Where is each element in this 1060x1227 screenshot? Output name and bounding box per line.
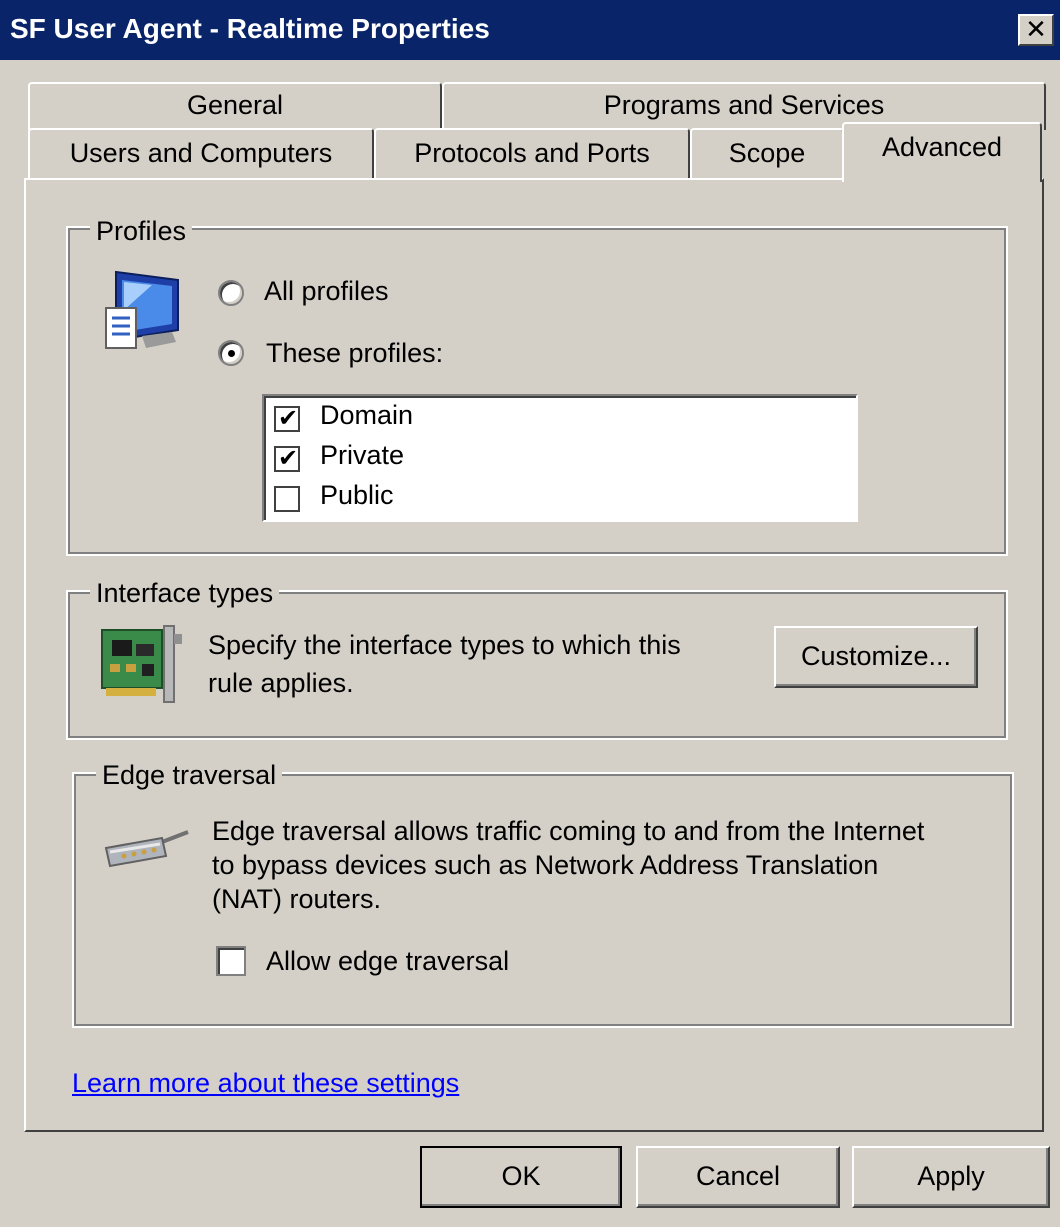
allow-edge-traversal-checkbox[interactable]: [216, 946, 246, 976]
all-profiles-label: All profiles: [264, 276, 389, 306]
these-profiles-label: These profiles:: [266, 338, 444, 368]
apply-button-label: Apply: [917, 1161, 985, 1191]
network-card-icon: [98, 624, 188, 706]
cancel-button[interactable]: Cancel: [636, 1146, 840, 1208]
title-bar[interactable]: SF User Agent - Realtime Properties ✕: [0, 0, 1060, 60]
properties-dialog: SF User Agent - Realtime Properties ✕ Ge…: [0, 0, 1060, 1227]
close-button[interactable]: ✕: [1018, 14, 1054, 46]
all-profiles-radio[interactable]: [218, 280, 244, 306]
advanced-tab-panel: Profiles All profiles These profiles: ✔ …: [24, 178, 1044, 1132]
close-icon: ✕: [1025, 14, 1047, 44]
tab-scope-label: Scope: [728, 138, 806, 168]
monitor-document-icon: [102, 270, 184, 354]
list-item-public[interactable]: Public: [274, 480, 844, 520]
network-cable-icon: [102, 826, 192, 876]
tab-protocols-label: Protocols and Ports: [414, 138, 650, 168]
customize-button[interactable]: Customize...: [774, 626, 978, 688]
allow-edge-traversal-label: Allow edge traversal: [266, 946, 510, 976]
interface-types-description-line2: rule applies.: [208, 668, 354, 698]
apply-button[interactable]: Apply: [852, 1146, 1050, 1208]
public-checkbox[interactable]: [274, 486, 300, 512]
tab-protocols-and-ports[interactable]: Protocols and Ports: [374, 128, 690, 180]
public-label: Public: [320, 480, 394, 510]
radio-selected-dot: [228, 350, 235, 357]
edge-traversal-description-line2: to bypass devices such as Network Addres…: [212, 850, 879, 880]
interface-types-description-line1: Specify the interface types to which thi…: [208, 630, 681, 660]
profiles-listbox[interactable]: ✔ Domain ✔ Private Public: [262, 394, 858, 522]
check-icon: ✔: [278, 445, 299, 472]
list-item-private[interactable]: ✔ Private: [274, 440, 844, 480]
check-icon: ✔: [278, 405, 299, 432]
edge-traversal-description-line3: (NAT) routers.: [212, 884, 382, 914]
tab-programs-label: Programs and Services: [603, 90, 885, 120]
tab-advanced[interactable]: Advanced: [842, 122, 1042, 182]
private-label: Private: [320, 440, 405, 470]
private-checkbox[interactable]: ✔: [274, 445, 300, 472]
tab-general[interactable]: General: [28, 82, 442, 130]
tab-advanced-label: Advanced: [881, 132, 1003, 162]
learn-more-link[interactable]: Learn more about these settings: [72, 1068, 459, 1099]
tab-users-and-computers[interactable]: Users and Computers: [28, 128, 374, 180]
edge-traversal-description-line1: Edge traversal allows traffic coming to …: [212, 816, 925, 846]
interface-types-legend: Interface types: [90, 578, 280, 609]
ok-button[interactable]: OK: [420, 1146, 622, 1208]
tab-scope[interactable]: Scope: [690, 128, 844, 180]
domain-label: Domain: [320, 400, 414, 430]
list-item-domain[interactable]: ✔ Domain: [274, 400, 844, 440]
domain-checkbox[interactable]: ✔: [274, 405, 300, 432]
cancel-button-label: Cancel: [695, 1161, 781, 1191]
window-title: SF User Agent - Realtime Properties: [10, 13, 490, 44]
ok-button-label: OK: [501, 1161, 541, 1191]
tab-general-label: General: [186, 90, 284, 120]
these-profiles-radio[interactable]: [218, 340, 244, 366]
tab-users-label: Users and Computers: [69, 138, 333, 168]
edge-traversal-legend: Edge traversal: [96, 760, 283, 791]
profiles-legend: Profiles: [90, 216, 193, 247]
customize-button-label: Customize...: [800, 641, 952, 671]
